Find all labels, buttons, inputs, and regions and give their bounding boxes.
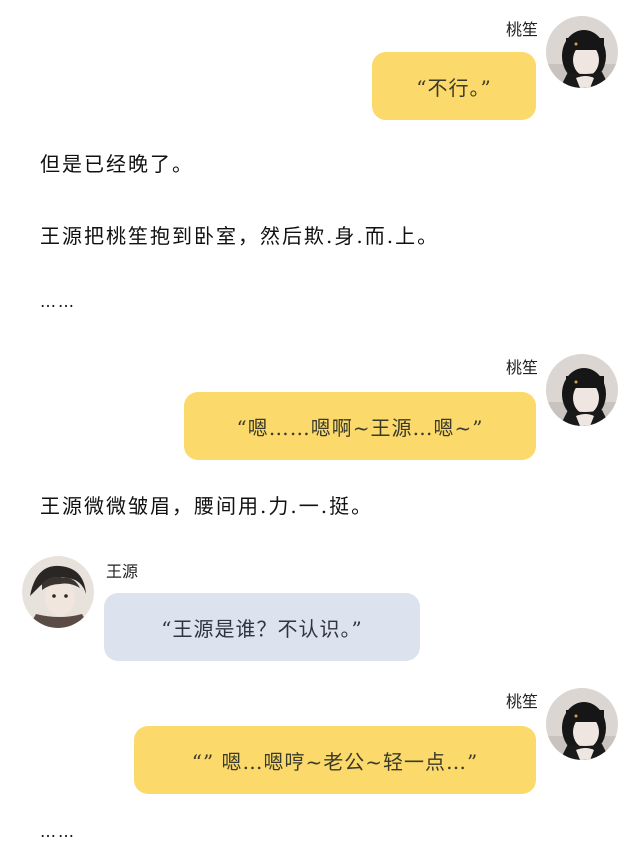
avatar-portrait-icon bbox=[22, 556, 94, 628]
message-text: “王源是谁？不认识。” bbox=[161, 616, 363, 641]
message-bubble[interactable]: “不行。” bbox=[372, 52, 536, 120]
taosheng-avatar[interactable] bbox=[546, 16, 618, 88]
message-text: “” 嗯…嗯哼~老公~轻一点…” bbox=[191, 749, 479, 774]
avatar-portrait-icon bbox=[546, 354, 618, 426]
narration-ellipsis: …… bbox=[40, 292, 76, 311]
message-text: “不行。” bbox=[416, 75, 492, 100]
sender-name: 王源 bbox=[106, 562, 139, 581]
message-bubble[interactable]: “嗯……嗯啊~王源…嗯~” bbox=[184, 392, 536, 460]
avatar-portrait-icon bbox=[546, 688, 618, 760]
sender-name: 桃笙 bbox=[505, 692, 538, 711]
narration-line: 王源把桃笙抱到卧室，然后欺.身.而.上。 bbox=[40, 224, 440, 248]
message-bubble[interactable]: “” 嗯…嗯哼~老公~轻一点…” bbox=[134, 726, 536, 794]
narration-ellipsis: …… bbox=[40, 822, 76, 841]
narration-line: 但是已经晚了。 bbox=[40, 152, 194, 176]
narration-line: 王源微微皱眉，腰间用.力.一.挺。 bbox=[40, 494, 374, 518]
message-bubble[interactable]: “王源是谁？不认识。” bbox=[104, 593, 420, 661]
taosheng-avatar[interactable] bbox=[546, 354, 618, 426]
wangyuan-avatar[interactable] bbox=[22, 556, 94, 628]
message-text: “嗯……嗯啊~王源…嗯~” bbox=[236, 415, 484, 440]
avatar-portrait-icon bbox=[546, 16, 618, 88]
sender-name: 桃笙 bbox=[505, 358, 538, 377]
sender-name: 桃笙 bbox=[505, 20, 538, 39]
taosheng-avatar[interactable] bbox=[546, 688, 618, 760]
